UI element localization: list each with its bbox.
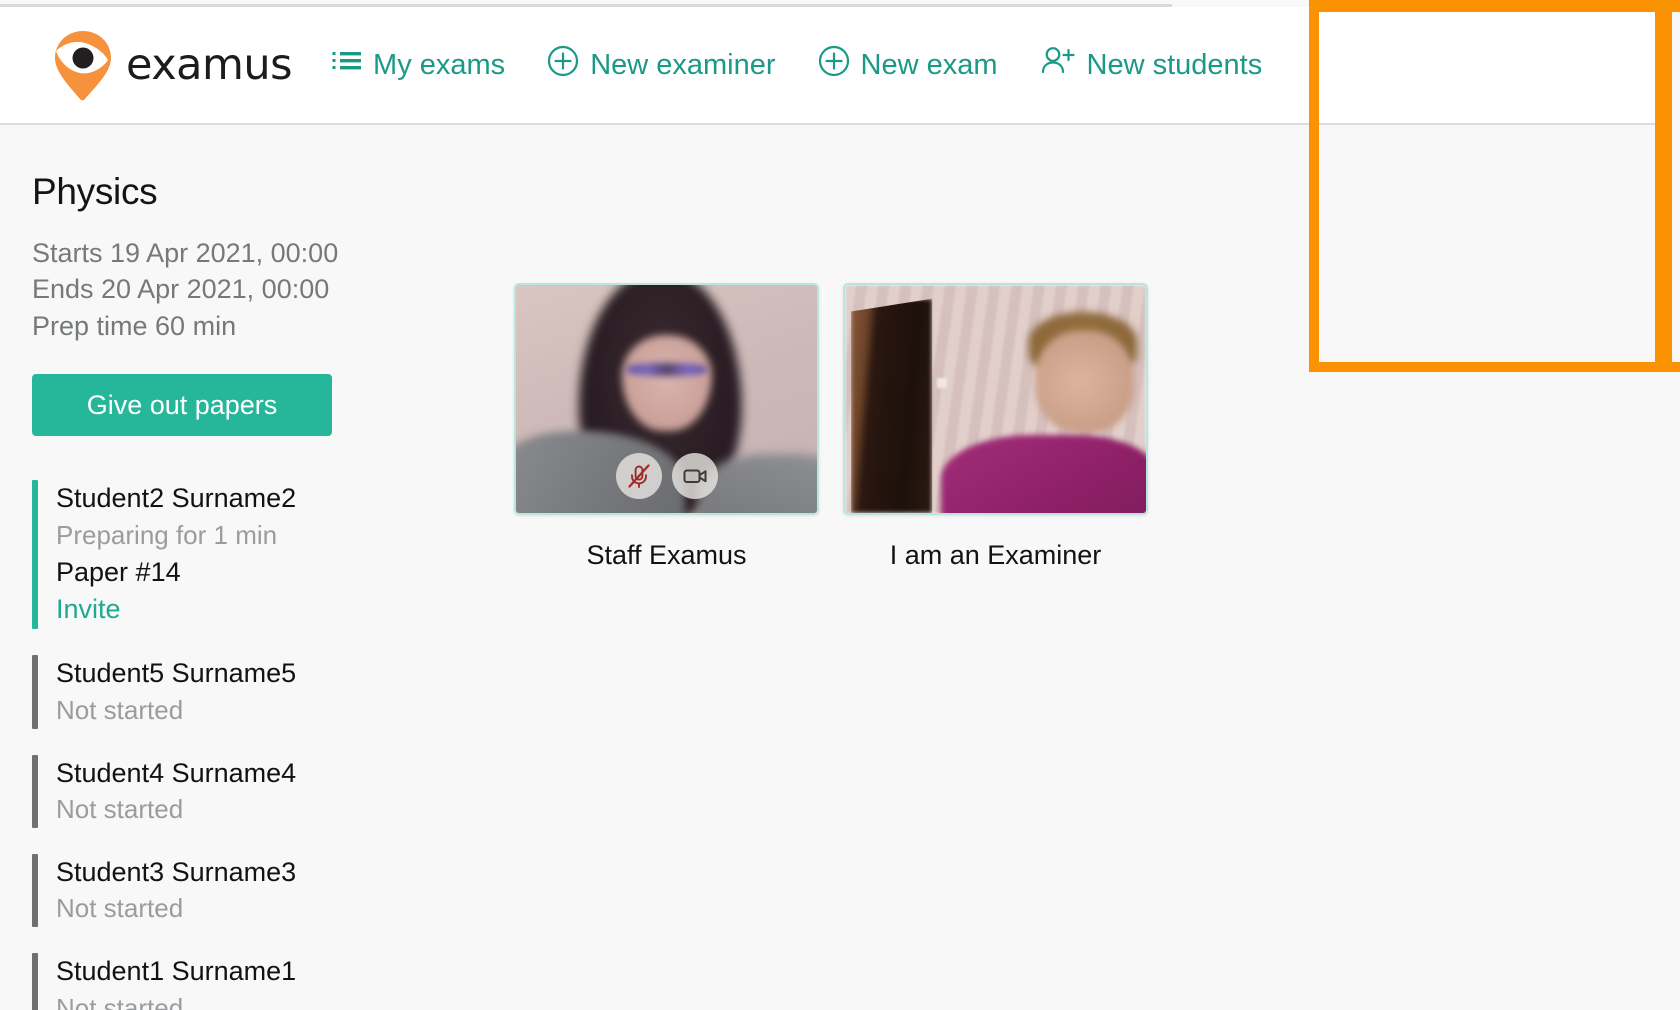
student-paper: Paper #14	[56, 556, 181, 587]
plus-circle-icon	[547, 45, 579, 85]
page-root: examus My exams New examiner New exam Ne…	[0, 0, 1680, 1010]
student-name: Student5 Surname5	[56, 658, 297, 689]
student-name: Student2 Surname2	[56, 483, 297, 514]
video-frame	[845, 285, 1146, 513]
app-window: examus My exams New examiner New exam Ne…	[0, 7, 1672, 1010]
nav-item-new-students[interactable]: New students	[1040, 45, 1263, 85]
video-feed[interactable]	[843, 283, 1148, 515]
video-grid-area: Staff Examus I am an Examiner	[512, 125, 1672, 1010]
nav-item-new-exam[interactable]: New exam	[818, 45, 998, 85]
video-camera-icon[interactable]	[671, 453, 718, 499]
video-controls	[615, 453, 718, 499]
nav-label-new-exam: New exam	[860, 48, 998, 81]
video-tile-staff-examus[interactable]: Staff Examus	[514, 283, 819, 571]
app-header: examus My exams New examiner New exam Ne…	[0, 7, 1672, 125]
student-name: Student3 Surname3	[56, 856, 297, 887]
list-item[interactable]: Student5 Surname5 Not started	[32, 655, 512, 729]
screen-share-frame-right-edge	[1655, 0, 1672, 372]
student-status: Not started	[56, 992, 184, 1010]
student-status: Not started	[56, 794, 184, 825]
nav-label-new-examiner: New examiner	[590, 48, 776, 81]
brand-logo[interactable]: examus	[52, 29, 293, 101]
plus-circle-icon	[818, 45, 850, 85]
main-nav: My exams New examiner New exam New stude…	[332, 45, 1262, 85]
student-status: Not started	[56, 893, 184, 924]
student-status: Not started	[56, 694, 184, 725]
video-grid: Staff Examus I am an Examiner	[514, 283, 1672, 571]
video-tile-label: I am an Examiner	[889, 540, 1102, 570]
list-item[interactable]: Student2 Surname2 Preparing for 1 min Pa…	[32, 480, 512, 630]
user-plus-icon	[1040, 45, 1076, 85]
brand-name: examus	[126, 40, 293, 90]
app-body: Physics Starts 19 Apr 2021, 00:00 Ends 2…	[0, 125, 1672, 1010]
student-list: Student2 Surname2 Preparing for 1 min Pa…	[32, 480, 512, 1010]
give-out-papers-button[interactable]: Give out papers	[32, 374, 332, 437]
exam-sidebar: Physics Starts 19 Apr 2021, 00:00 Ends 2…	[0, 125, 512, 1010]
list-item[interactable]: Student1 Surname1 Not started	[32, 953, 512, 1010]
exam-prep-time: Prep time 60 min	[32, 310, 237, 341]
video-tile-i-am-an-examiner[interactable]: I am an Examiner	[843, 283, 1148, 571]
student-status: Preparing for 1 min	[56, 519, 278, 550]
nav-item-new-examiner[interactable]: New examiner	[547, 45, 776, 85]
student-name: Student1 Surname1	[56, 956, 297, 987]
video-tile-label: Staff Examus	[586, 540, 747, 570]
nav-label-my-exams: My exams	[373, 48, 506, 81]
video-feed[interactable]	[514, 283, 819, 515]
nav-label-new-students: New students	[1086, 48, 1263, 81]
examus-eye-pin-logo-icon	[52, 29, 114, 101]
student-name: Student4 Surname4	[56, 757, 297, 788]
list-item[interactable]: Student4 Surname4 Not started	[32, 754, 512, 828]
microphone-muted-icon[interactable]	[615, 453, 662, 499]
list-icon	[332, 48, 362, 82]
nav-item-my-exams[interactable]: My exams	[332, 48, 505, 82]
exam-start-time: Starts 19 Apr 2021, 00:00	[32, 238, 339, 268]
list-item[interactable]: Student3 Surname3 Not started	[32, 853, 512, 928]
invite-link[interactable]: Invite	[56, 591, 121, 629]
exam-schedule: Starts 19 Apr 2021, 00:00 Ends 20 Apr 20…	[32, 235, 512, 344]
page-title: Physics	[32, 171, 158, 212]
exam-end-time: Ends 20 Apr 2021, 00:00	[32, 274, 330, 305]
